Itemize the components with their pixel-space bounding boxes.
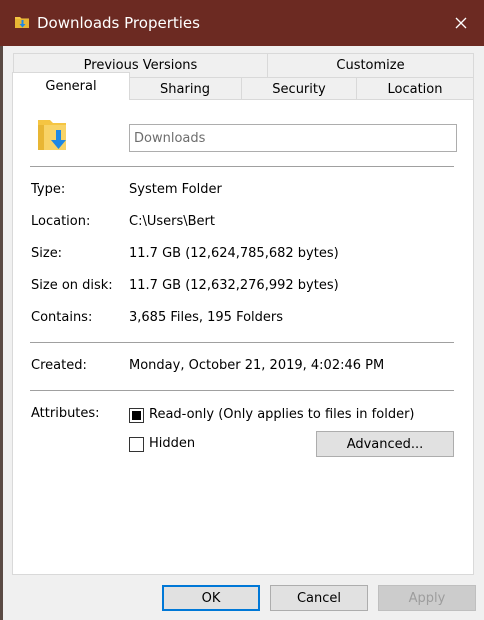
hidden-checkbox[interactable] <box>129 437 144 452</box>
size-on-disk-label: Size on disk: <box>31 278 113 293</box>
tab-location[interactable]: Location <box>356 77 474 101</box>
tab-label: General <box>45 79 97 94</box>
type-label: Type: <box>31 182 66 197</box>
tab-customize[interactable]: Customize <box>267 53 474 77</box>
tab-security[interactable]: Security <box>241 77 357 101</box>
tab-sharing[interactable]: Sharing <box>128 77 242 101</box>
folder-name-input[interactable] <box>129 124 457 152</box>
readonly-label[interactable]: Read-only (Only applies to files in fold… <box>149 406 414 424</box>
contains-value: 3,685 Files, 195 Folders <box>129 310 284 325</box>
size-on-disk-value: 11.7 GB (12,632,276,992 bytes) <box>129 278 339 293</box>
hidden-label[interactable]: Hidden <box>149 435 195 453</box>
close-icon <box>455 17 467 29</box>
folder-download-icon <box>38 120 66 150</box>
title-bar: Downloads Properties <box>0 0 484 46</box>
type-value: System Folder <box>129 182 222 197</box>
attributes-label: Attributes: <box>31 406 100 421</box>
tab-general[interactable]: General <box>12 72 130 100</box>
general-tab-panel <box>12 99 474 575</box>
created-label: Created: <box>31 358 87 373</box>
tab-label: Sharing <box>160 82 210 97</box>
location-label: Location: <box>31 214 91 229</box>
folder-download-icon <box>15 17 29 28</box>
advanced-button[interactable]: Advanced... <box>316 431 454 457</box>
size-label: Size: <box>31 246 63 261</box>
divider <box>30 390 454 391</box>
divider <box>30 166 454 167</box>
background-window-edge <box>0 46 3 620</box>
tab-label: Customize <box>336 58 405 73</box>
created-value: Monday, October 21, 2019, 4:02:46 PM <box>129 358 385 373</box>
cancel-button[interactable]: Cancel <box>270 585 368 611</box>
size-value: 11.7 GB (12,624,785,682 bytes) <box>129 246 339 261</box>
window-title: Downloads Properties <box>37 14 200 32</box>
contains-label: Contains: <box>31 310 93 325</box>
close-button[interactable] <box>438 0 484 46</box>
readonly-checkbox[interactable] <box>129 408 144 423</box>
ok-button[interactable]: OK <box>162 585 260 611</box>
tab-label: Security <box>272 82 326 97</box>
apply-button[interactable]: Apply <box>378 585 476 611</box>
location-value: C:\Users\Bert <box>129 214 215 229</box>
tab-label: Location <box>387 82 443 97</box>
tab-label: Previous Versions <box>83 58 198 73</box>
divider <box>30 342 454 343</box>
